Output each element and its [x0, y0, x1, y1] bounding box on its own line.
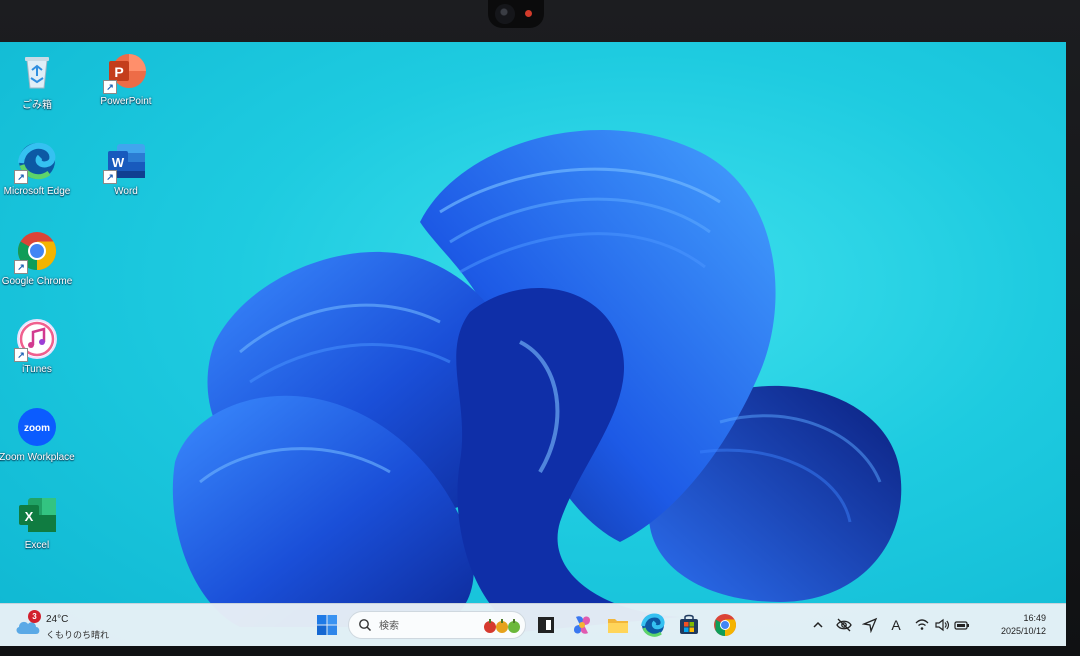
battery-icon	[954, 621, 969, 630]
file-explorer-button[interactable]	[604, 611, 632, 639]
shortcut-arrow-icon: ↗	[14, 170, 28, 184]
tray-eye-off[interactable]	[836, 617, 852, 633]
desktop-icon-label: Google Chrome	[1, 276, 73, 287]
desktop-icon-recycle-bin[interactable]: ごみ箱	[0, 50, 79, 111]
chevron-up-icon	[813, 621, 823, 628]
wifi-icon	[915, 619, 929, 630]
weather-description: くもりのち晴れ	[46, 630, 110, 640]
desktop-icon-chrome[interactable]: ↗ Google Chrome	[0, 230, 79, 287]
edge-taskbar-button[interactable]	[639, 611, 667, 639]
desktop-icon-itunes[interactable]: ↗ iTunes	[0, 318, 79, 375]
webcam-indicator-light	[525, 10, 532, 17]
desktop-icon-label: Word	[114, 186, 138, 197]
volume-icon	[935, 618, 950, 632]
clock-date: 2025/10/12	[1000, 626, 1046, 636]
desktop-icon-label: Excel	[24, 540, 50, 551]
desktop-icon-edge[interactable]: ↗ Microsoft Edge	[0, 140, 79, 197]
shortcut-arrow-icon: ↗	[103, 170, 117, 184]
store-icon	[680, 614, 698, 634]
desktop-screen: ごみ箱 P ↗ PowerPoint ↗ Microsoft Edge W ↗ …	[0, 42, 1066, 646]
zoom-icon: zoom	[16, 406, 58, 448]
tray-location[interactable]	[861, 617, 878, 634]
edge-icon	[641, 613, 665, 637]
task-view-button[interactable]	[532, 611, 560, 639]
shortcut-arrow-icon: ↗	[14, 348, 28, 362]
tray-battery[interactable]	[954, 617, 970, 633]
desktop-icon-label: Zoom Workplace	[0, 452, 75, 463]
bloom-wallpaper	[172, 129, 902, 632]
microsoft-store-button[interactable]	[675, 611, 703, 639]
taskbar-clock[interactable]: 16:49 2025/10/12	[1001, 612, 1046, 638]
desktop-icon-label: Microsoft Edge	[3, 186, 71, 197]
taskbar-search-box[interactable]	[348, 611, 526, 639]
weather-temperature: 24°C	[46, 614, 69, 625]
word-letter: W	[112, 155, 125, 170]
weather-alert-badge: 3	[28, 610, 41, 623]
desktop-icon-label: ごみ箱	[22, 100, 52, 111]
eye-off-icon	[836, 618, 852, 632]
taskbar: 3 24°C くもりのち晴れ 検索 A 16:49 2025/10/12	[0, 603, 1066, 646]
excel-icon: X	[16, 494, 58, 536]
powerpoint-letter: P	[114, 64, 123, 80]
tray-wifi[interactable]	[914, 617, 930, 633]
desktop-icon-zoom[interactable]: zoom Zoom Workplace	[0, 406, 79, 463]
copilot-button[interactable]	[568, 611, 596, 639]
itunes-icon: ↗	[14, 318, 58, 362]
search-highlight-icon	[484, 619, 520, 633]
task-view-icon	[538, 617, 554, 633]
start-button[interactable]	[313, 611, 341, 639]
shortcut-arrow-icon: ↗	[14, 260, 28, 274]
powerpoint-icon: P ↗	[103, 50, 147, 94]
file-explorer-icon	[608, 619, 628, 633]
search-icon	[359, 619, 372, 632]
desktop-icon-label: PowerPoint	[100, 96, 152, 107]
location-icon	[861, 617, 878, 634]
chrome-taskbar-button[interactable]	[711, 611, 739, 639]
chrome-icon: ↗	[14, 230, 58, 274]
copilot-icon	[574, 616, 590, 634]
shortcut-arrow-icon: ↗	[103, 80, 117, 94]
desktop-icon-excel[interactable]: X Excel	[0, 494, 79, 551]
edge-icon: ↗	[14, 140, 58, 184]
desktop-icon-word[interactable]: W ↗ Word	[84, 140, 168, 197]
desktop-icon-label: iTunes	[22, 364, 52, 375]
windows-start-icon	[317, 615, 337, 635]
chrome-icon	[714, 614, 736, 636]
ime-indicator[interactable]: A	[888, 617, 904, 633]
webcam-lens	[495, 4, 515, 24]
zoom-tile-text: zoom	[24, 423, 50, 434]
excel-letter: X	[25, 509, 34, 524]
show-hidden-icons-button[interactable]	[810, 617, 826, 633]
recycle-bin-icon	[16, 50, 58, 92]
search-input[interactable]	[377, 616, 481, 636]
tray-volume[interactable]	[934, 617, 950, 633]
clock-time: 16:49	[1023, 613, 1046, 623]
desktop-icon-powerpoint[interactable]: P ↗ PowerPoint	[84, 50, 168, 107]
word-icon: W ↗	[103, 140, 147, 184]
